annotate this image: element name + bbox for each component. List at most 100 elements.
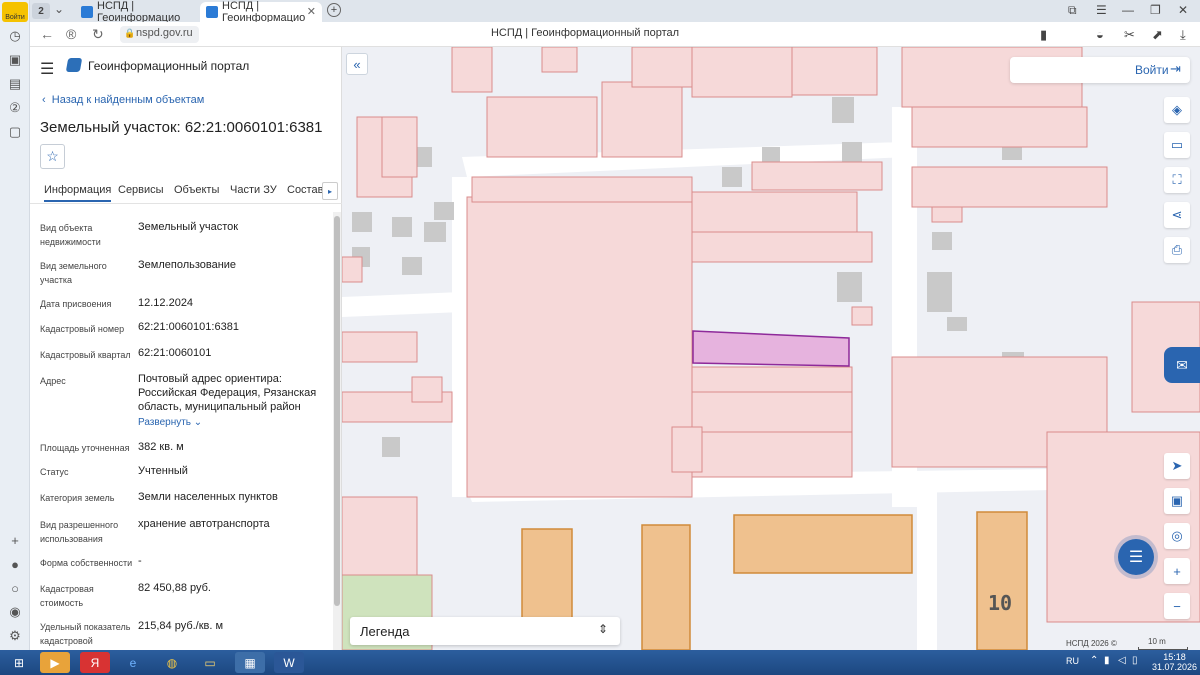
restore-icon[interactable]: ❐ [1150,3,1161,17]
clock-time: 15:18 [1163,652,1186,662]
tab-counter[interactable]: 2 [32,3,50,19]
share-icon[interactable]: ⋖ [1164,202,1190,228]
battery-icon[interactable]: ▯ [1132,655,1138,666]
close-window-icon[interactable]: ✕ [1178,3,1188,17]
reader-icon[interactable]: ◒ [1096,27,1104,42]
language-indicator[interactable]: RU [1066,656,1079,666]
expand-toggle-icon[interactable]: ⇕ [598,622,608,636]
close-icon[interactable]: ✕ [307,5,316,18]
hamburger-menu-icon[interactable]: ☰ [40,59,54,79]
start-button[interactable]: ⊞ [4,652,34,673]
alice-icon[interactable]: ○ [5,578,25,598]
network-icon[interactable]: ▮ [1104,655,1110,666]
media-icon[interactable]: ▤ [5,74,25,94]
favorite-button[interactable]: ☆ [40,144,65,169]
login-icon: ⇥ [1170,61,1181,76]
star-icon: ☆ [46,148,59,164]
add-icon[interactable]: + [5,530,25,550]
history-icon[interactable]: ◷ [5,26,25,46]
property-value: - [138,555,142,567]
legend-label: Легенда [360,624,410,639]
select-area-icon[interactable]: ⛶ [1164,167,1190,193]
download-icon[interactable]: ⤓ [1180,27,1186,43]
property-value: 12.12.2024 [138,297,194,309]
property-label: Вид разрешенного использования [40,520,119,544]
property-label: Кадастровый квартал [40,350,131,360]
chevron-down-icon[interactable]: ⌄ [54,2,64,16]
chrome-app-icon[interactable]: ◍ [157,652,187,673]
property-value: 62:21:0060101:6381 [138,321,239,333]
app-icon[interactable]: ● [5,554,25,574]
share-icon[interactable]: ⬈ [1152,27,1163,43]
object-info-panel: ☰ Геоинформационный портал ‹ Назад к най… [30,47,342,650]
back-link[interactable]: ‹ Назад к найденным объектам [42,94,204,106]
page-title-bar: НСПД | Геоинформационный портал [490,27,680,39]
address-value: Почтовый адрес ориентира: Российская Фед… [138,373,317,413]
selected-parcel[interactable] [692,330,850,367]
menu-icon[interactable]: ☰ [1096,3,1107,17]
object-title: Земельный участок: 62:21:0060101:6381 [40,119,323,136]
geolocation-icon[interactable]: ➤ [1164,453,1190,479]
tab-objects[interactable]: Объекты [174,184,219,196]
layers-icon[interactable]: ◈ [1164,97,1190,123]
folder-app-icon[interactable]: ▭ [195,652,225,673]
chat-icon[interactable]: ☰ [1118,539,1154,575]
browser-tab[interactable]: НСПД | Геоинформацио [75,0,197,24]
zoom-out-icon[interactable]: − [1164,593,1190,619]
expand-link[interactable]: Развернуть ⌄ [138,417,202,428]
property-label: Адрес [40,376,66,386]
map-view[interactable]: 10 « Войти ⇥ ◈ ▭ ⛶ ⋖ ⎙ ✉ ➤ ▣ ◎ + − ☰ Лег… [342,47,1200,650]
volume-icon[interactable]: ◁ [1118,655,1126,666]
legend-bar[interactable]: Легенда ⇕ [350,617,620,645]
word-app-icon[interactable]: W [274,652,304,673]
property-label: Удельный показатель кадастровой [40,622,131,646]
panel-icon[interactable]: ▢ [5,122,25,142]
copyright: НСПД 2026 © [1066,639,1117,648]
tab-composition[interactable]: Состав [287,184,323,196]
browser-sidebar: Войти ◷ ▣ ▤ ② ▢ + ● ○ ◉ ⚙ [0,0,30,650]
search-location-icon[interactable]: ◎ [1164,523,1190,549]
property-value: 382 кв. м [138,441,184,453]
portal-title: Геоинформационный портал [88,59,250,73]
portal-logo [65,58,83,72]
property-label: Вид земельного участка [40,261,107,285]
tray-chevron-icon[interactable]: ⌃ [1090,655,1098,666]
bookmark-window-icon[interactable]: ⧉ [1068,3,1077,18]
assistant-icon[interactable]: ◉ [5,602,25,622]
browser-app-icon[interactable]: ▦ [235,652,265,673]
tab-information[interactable]: Информация [44,184,112,202]
extension-icon[interactable]: ✂ [1124,27,1135,43]
ie-app-icon[interactable]: e [118,652,148,673]
yandex-app-icon[interactable]: Я [80,652,110,673]
panel-scrollbar[interactable] [333,212,341,650]
property-label: Кадастровая стоимость [40,584,94,608]
minimap-icon[interactable]: ▣ [1164,488,1190,514]
cadastral-map [342,47,1200,650]
ruler-icon[interactable]: ▭ [1164,132,1190,158]
bookmark-icon[interactable]: ▮ [1040,27,1047,43]
collections-icon[interactable]: ▣ [5,50,25,70]
taskbar: ⊞ ▶ Я e ◍ ▭ ▦ W RU ⌃ ▮ ◁ ▯ 15:18 31.07.2… [0,650,1200,675]
counter-icon[interactable]: ② [5,98,25,118]
property-label: Площадь уточненная [40,443,130,453]
scale-label: 10 m [1148,637,1166,646]
print-icon[interactable]: ⎙ [1164,237,1190,263]
chevron-right-icon[interactable]: ▸ [322,182,338,200]
login-box[interactable]: Войти ⇥ [1010,57,1190,83]
browser-tab-active[interactable]: НСПД | Геоинформацио ✕ [200,0,322,24]
scroll-thumb[interactable] [334,216,340,606]
media-app-icon[interactable]: ▶ [40,652,70,673]
tab-services[interactable]: Сервисы [118,184,164,196]
login-badge[interactable]: Войти [2,2,28,22]
chevron-left-icon: ‹ [42,94,52,106]
tab-parts[interactable]: Части ЗУ [230,184,277,196]
collapse-panel-button[interactable]: « [346,53,368,75]
zoom-in-icon[interactable]: + [1164,558,1190,584]
tab-label: НСПД | Геоинформацио [97,0,181,24]
expand-link-label: Развернуть [138,417,192,428]
settings-icon[interactable]: ⚙ [5,626,25,646]
minimize-icon[interactable]: — [1122,3,1134,17]
clock[interactable]: 15:18 31.07.2026 [1152,652,1197,672]
new-tab-button[interactable]: + [327,3,341,17]
chat-widget-icon[interactable]: ✉ [1164,347,1200,383]
